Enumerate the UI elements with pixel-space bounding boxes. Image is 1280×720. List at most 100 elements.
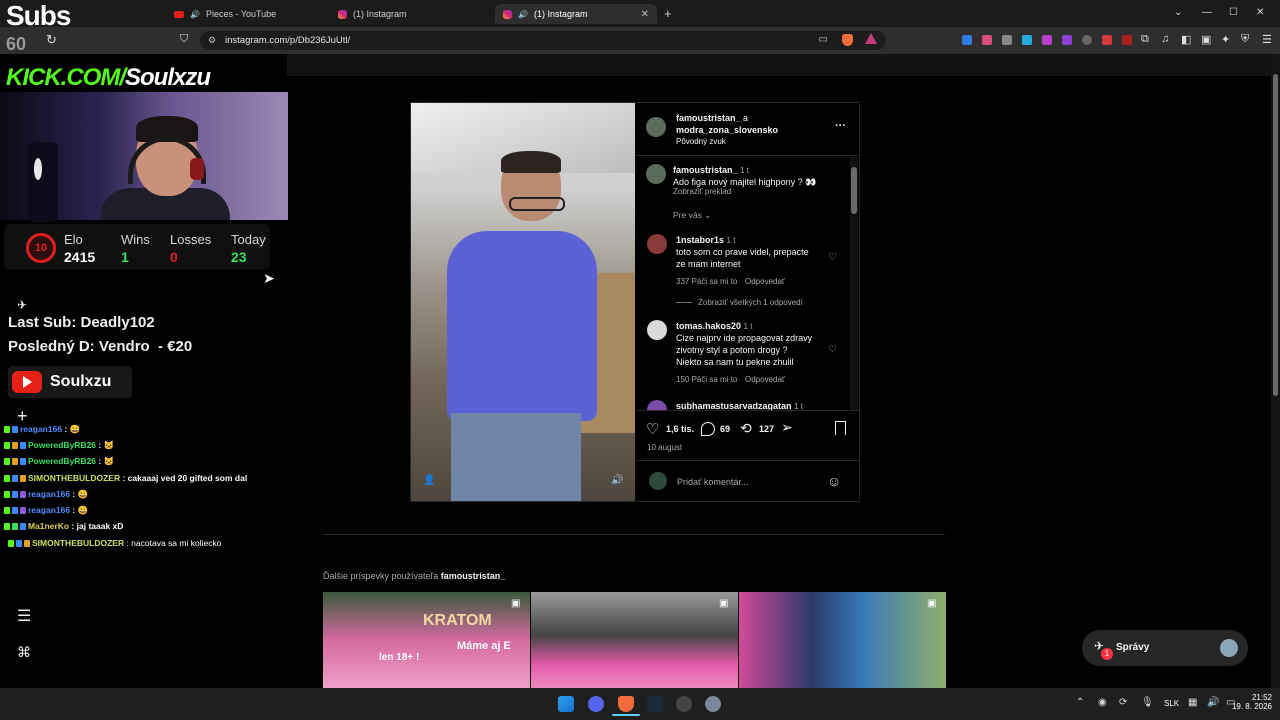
extension-icon[interactable] [962, 35, 972, 45]
language-indicator[interactable]: SLK [1164, 699, 1179, 708]
settings-icon[interactable] [705, 696, 721, 712]
reply-button[interactable]: Odpovedať [745, 277, 785, 286]
start-icon[interactable] [558, 696, 574, 712]
instagram-icon [503, 9, 512, 19]
extension-icon[interactable] [982, 35, 992, 45]
cast-icon[interactable]: ▭ [819, 34, 828, 45]
comments-scrollbar-thumb[interactable] [851, 167, 857, 214]
faceit-stats-panel: 10 Elo 2415 Wins 1 Losses 0 Today 23 [4, 224, 270, 270]
reply-button[interactable]: Odpovedať [745, 375, 785, 384]
more-post-thumbnail[interactable]: ▣ [739, 592, 946, 688]
translate-link[interactable]: Zobraziť preklad [673, 187, 731, 196]
comment-likes[interactable]: 150 Páči sa mi to [676, 375, 737, 384]
more-post-thumbnail[interactable]: ▣ [531, 592, 738, 688]
microphone-icon[interactable]: 🎙 [1141, 697, 1154, 708]
maximize-button[interactable]: ☐ [1229, 7, 1238, 18]
tray-chevron-icon[interactable]: ⌃ [1076, 697, 1084, 708]
more-menu-icon[interactable]: ☰ [17, 606, 31, 626]
share-icon[interactable]: ➢ [781, 419, 793, 436]
discord-icon[interactable] [588, 696, 604, 712]
chat-message: PoweredByRB26 : 🐱 [4, 456, 114, 467]
steam-icon[interactable] [647, 696, 663, 712]
view-replies-button[interactable]: Zobraziť všetkých 1 odpovedí [698, 298, 803, 307]
threads-icon[interactable]: ⌘ [17, 644, 31, 661]
heart-icon[interactable]: ♡ [828, 252, 837, 263]
obs-icon[interactable] [676, 696, 692, 712]
clock-time: 21:52 [1251, 693, 1272, 702]
close-tab-icon[interactable]: ✕ [641, 9, 649, 20]
more-post-thumbnail[interactable]: KRATOM Máme aj E len 18+ ! ▣ [323, 592, 530, 688]
media-control-icon[interactable]: ♫ [1161, 33, 1169, 45]
youtube-channel-badge: Soulxzu [8, 366, 132, 398]
app-tray-icon[interactable]: ⟳ [1119, 697, 1127, 708]
comment-filter-dropdown[interactable]: Pre vás ⌄ [673, 210, 711, 221]
more-options-icon[interactable]: ··· [835, 120, 846, 132]
heart-icon[interactable]: ♡ [828, 344, 837, 355]
messages-button[interactable]: ✈ 1 Správy [1082, 630, 1248, 666]
divider [676, 302, 692, 303]
brave-rewards-icon[interactable] [865, 33, 877, 44]
like-count[interactable]: 1,6 tis. [666, 424, 694, 434]
extensions-puzzle-icon[interactable]: ⧉ [1141, 33, 1149, 46]
monitor [28, 142, 58, 222]
extension-icon[interactable] [1022, 35, 1032, 45]
site-info-icon[interactable]: ⚙ [208, 35, 216, 46]
audio-label[interactable]: Pôvodný zvuk [676, 137, 726, 146]
new-tab-button[interactable]: + [664, 6, 672, 21]
like-icon[interactable]: ♡ [646, 420, 659, 438]
minimize-button[interactable]: — [1202, 7, 1212, 18]
reel-video[interactable]: 👤 🔊 [411, 103, 635, 501]
reload-icon[interactable]: ↻ [46, 32, 57, 48]
avatar[interactable] [647, 320, 667, 340]
volume-icon[interactable]: 🔊 [1207, 697, 1219, 708]
mute-icon[interactable]: 🔊 [611, 475, 623, 486]
avatar[interactable] [646, 117, 666, 137]
brave-shield-icon[interactable] [842, 34, 853, 46]
tab-search-icon[interactable]: ⌄ [1174, 7, 1182, 18]
extension-icon[interactable] [1102, 35, 1112, 45]
avatar[interactable] [647, 234, 667, 254]
menu-icon[interactable]: ☰ [1262, 33, 1272, 46]
tab-label: Pieces - YouTube [205, 9, 277, 19]
sidebar-icon[interactable]: ◧ [1181, 33, 1191, 46]
extension-icon[interactable] [1062, 35, 1072, 45]
leo-ai-icon[interactable]: ✦ [1221, 33, 1230, 46]
repost-icon[interactable]: ⟲ [740, 420, 752, 437]
blue-tshirt [447, 231, 597, 421]
comment-likes[interactable]: 337 Páči sa mi to [676, 277, 737, 286]
network-icon[interactable]: ▦ [1188, 697, 1197, 708]
clock[interactable]: 21:52 19. 8. 2026 [1232, 693, 1272, 711]
tab-instagram-1[interactable]: (1) Instagram [330, 4, 490, 24]
tab-instagram-active[interactable]: 🔊 (1) Instagram ✕ [495, 4, 657, 24]
elo-label: Elo [64, 232, 83, 247]
page-top-strip [287, 54, 1271, 76]
save-icon[interactable] [835, 421, 846, 435]
comment-count[interactable]: 69 [720, 424, 730, 434]
post-author[interactable]: famoustristan_ a [676, 113, 748, 123]
extension-icon[interactable] [1082, 35, 1092, 45]
today-label: Today [231, 232, 266, 247]
brave-icon[interactable] [618, 696, 634, 712]
reel-icon: ▣ [719, 598, 729, 609]
user-tag-icon[interactable]: 👤 [423, 475, 435, 486]
wins-label: Wins [121, 232, 150, 247]
man-hair [501, 151, 561, 173]
extension-icon[interactable] [1122, 35, 1132, 45]
messages-nav-icon[interactable]: ✈ [17, 298, 27, 312]
wallet-icon[interactable]: ▣ [1201, 33, 1211, 46]
vpn-icon[interactable]: ⛨ [1241, 33, 1249, 46]
tab-youtube[interactable]: 🔊 Pieces - YouTube [166, 4, 326, 24]
emoji-icon[interactable]: ☺ [827, 473, 841, 489]
address-bar[interactable]: ⚙ instagram.com/p/Db236JuUtl/ ▭ [200, 31, 886, 50]
post-coauthor[interactable]: modra_zona_slovensko [676, 125, 778, 135]
comment-icon[interactable] [701, 422, 715, 436]
close-window-button[interactable]: ✕ [1256, 7, 1264, 18]
avatar[interactable] [646, 164, 666, 184]
repost-count[interactable]: 127 [759, 424, 774, 434]
discord-tray-icon[interactable]: ◉ [1098, 697, 1107, 708]
bookmark-icon[interactable]: ⛉ [180, 33, 188, 46]
page-scrollbar-thumb[interactable] [1273, 74, 1278, 396]
extension-icon[interactable] [1042, 35, 1052, 45]
extension-icon[interactable] [1002, 35, 1012, 45]
comment-input[interactable]: Pridať komentár... [677, 477, 748, 487]
